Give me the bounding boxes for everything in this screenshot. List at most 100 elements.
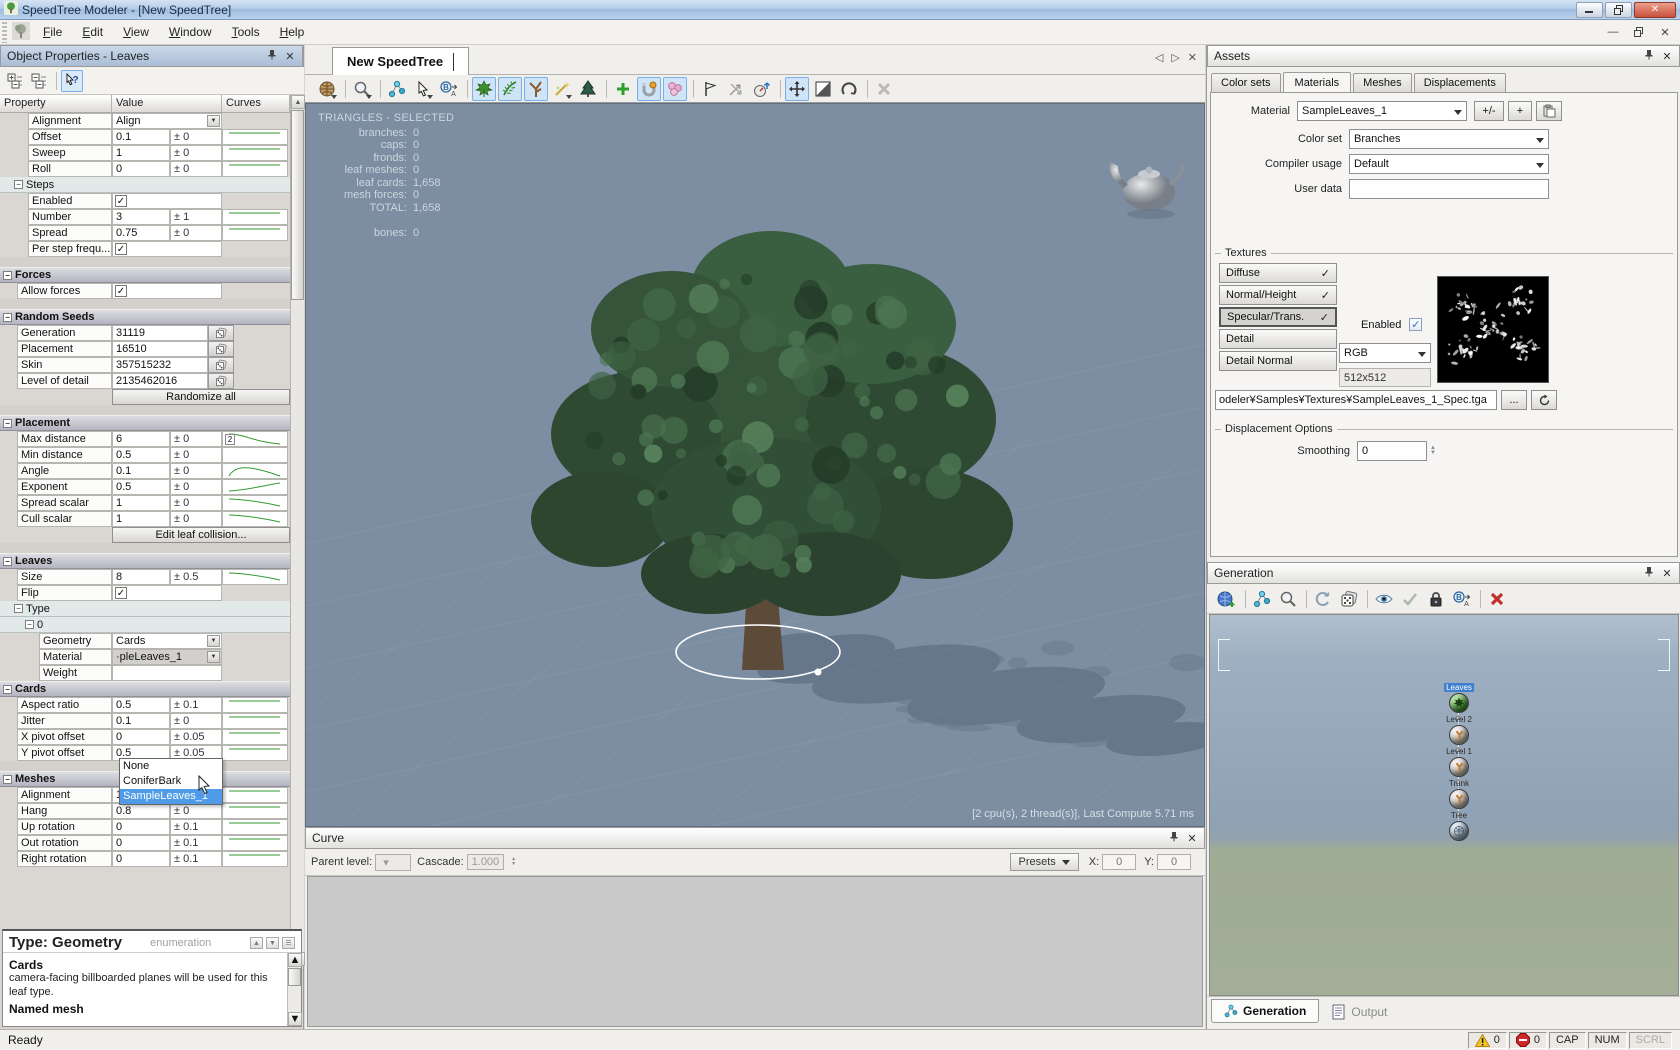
tab-displacements[interactable]: Displacements	[1414, 73, 1506, 93]
variance-input[interactable]: ± 0	[170, 511, 222, 527]
lock-icon[interactable]	[1424, 587, 1448, 611]
curve-cell[interactable]	[222, 129, 288, 145]
menu-edit[interactable]: Edit	[72, 22, 113, 42]
variance-input[interactable]: ± 0	[170, 495, 222, 511]
value-cell[interactable]	[112, 665, 222, 681]
generation-graph-canvas[interactable]: LeavesLevel 2Level 1TrunkTree	[1209, 614, 1679, 996]
magnet-icon[interactable]	[637, 77, 661, 101]
value-input[interactable]: 1	[112, 145, 170, 161]
menu-tools[interactable]: Tools	[222, 22, 270, 42]
dice-icon[interactable]	[1337, 587, 1361, 611]
curve-cell[interactable]	[222, 479, 288, 495]
tab-close-icon[interactable]: ✕	[1188, 51, 1197, 64]
chevron-down-icon[interactable]: ▼	[207, 635, 220, 647]
gen-node-level-2[interactable]	[1449, 725, 1469, 745]
parent-level-select[interactable]: ▾	[375, 854, 411, 871]
toggle-num[interactable]: NUM	[1588, 1032, 1627, 1049]
close-panel-icon[interactable]: ✕	[1186, 832, 1198, 845]
pin-icon[interactable]	[1168, 831, 1180, 845]
cascade-spinner[interactable]: ▲▼	[511, 857, 516, 867]
mdi-minimize-button[interactable]: —	[1602, 23, 1624, 41]
checkbox[interactable]: ✓	[115, 195, 127, 207]
collapse-all-icon[interactable]	[28, 70, 50, 92]
collapse-icon[interactable]: −	[14, 604, 23, 613]
curve-cell[interactable]	[222, 447, 288, 463]
delete-red-icon[interactable]	[1485, 587, 1509, 611]
curve-cell[interactable]: 2	[222, 431, 288, 447]
gen-node-trunk[interactable]	[1449, 789, 1469, 809]
texmap-normal-height[interactable]: Normal/Height✓	[1219, 285, 1337, 305]
value-input[interactable]: 0.5	[112, 479, 170, 495]
curve-cell[interactable]	[222, 745, 288, 761]
cascade-input[interactable]: 1.000	[467, 854, 505, 870]
variance-input[interactable]: ± 0	[170, 463, 222, 479]
texmap-diffuse[interactable]: Diffuse✓	[1219, 263, 1337, 283]
variance-input[interactable]: ± 0	[170, 479, 222, 495]
column-curves[interactable]: Curves	[222, 95, 290, 112]
group-forces[interactable]: −Forces	[0, 267, 290, 283]
value-input[interactable]: 0	[112, 835, 170, 851]
frond-icon[interactable]	[498, 77, 522, 101]
value-input[interactable]: 1	[112, 511, 170, 527]
value-input[interactable]: 3	[112, 209, 170, 225]
cursor-icon[interactable]	[411, 77, 435, 101]
tab-output[interactable]: Output	[1319, 999, 1400, 1025]
context-help-icon[interactable]: ?	[61, 70, 83, 92]
collapse-icon[interactable]: −	[3, 271, 12, 280]
material-add-button[interactable]: +	[1508, 101, 1532, 121]
variance-input[interactable]: ± 0	[170, 129, 222, 145]
chevron-down-icon[interactable]: ▼	[207, 115, 220, 127]
seed-value-input[interactable]: 357515232	[112, 357, 208, 373]
viewport-3d[interactable]: TRIANGLES - SELECTEDbranches:0caps:0fron…	[305, 103, 1205, 827]
help-list-icon[interactable]: ☰	[282, 937, 295, 949]
curve-cell[interactable]	[222, 463, 288, 479]
node-graph-icon[interactable]	[385, 77, 409, 101]
rename-icon[interactable]: BA	[1450, 587, 1474, 611]
variance-input[interactable]: ± 0	[170, 803, 222, 819]
variance-input[interactable]: ± 0.5	[170, 569, 222, 585]
errors-indicator[interactable]: 0	[1509, 1032, 1547, 1049]
collapse-icon[interactable]: −	[3, 419, 12, 428]
value-input[interactable]: 0	[112, 819, 170, 835]
variance-input[interactable]: ± 0	[170, 145, 222, 161]
spray-icon[interactable]	[663, 77, 687, 101]
collapse-icon[interactable]: −	[14, 180, 23, 189]
seed-value-input[interactable]: 2135462016	[112, 373, 208, 389]
menu-view[interactable]: View	[113, 22, 159, 42]
curve-cell[interactable]	[222, 787, 288, 803]
collapse-icon[interactable]: −	[3, 685, 12, 694]
texture-enabled-checkbox[interactable]: ✓	[1409, 318, 1422, 331]
button-randomize-all[interactable]: Randomize all	[112, 389, 290, 405]
curve-cell[interactable]	[222, 835, 288, 851]
close-button[interactable]: ✕	[1634, 2, 1676, 18]
channel-select[interactable]: RGB	[1339, 343, 1431, 363]
value-input[interactable]: 1	[112, 495, 170, 511]
collapse-icon[interactable]: −	[3, 775, 12, 784]
group-leaves[interactable]: −Leaves	[0, 553, 290, 569]
value-input[interactable]: 6	[112, 431, 170, 447]
marquee-icon[interactable]	[811, 77, 835, 101]
value-dropdown[interactable]: Align▼	[112, 113, 222, 129]
magnifier-icon[interactable]	[1276, 587, 1300, 611]
plus-icon[interactable]	[611, 77, 635, 101]
value-cell[interactable]: ✓	[112, 283, 222, 299]
value-cell[interactable]: ✓	[112, 241, 222, 257]
value-input[interactable]: 0.5	[112, 697, 170, 713]
y-value-input[interactable]: 0	[1157, 854, 1191, 870]
world-add-icon[interactable]	[1215, 587, 1239, 611]
material-clipboard-button[interactable]	[1536, 101, 1562, 121]
value-input[interactable]: 0.5	[112, 447, 170, 463]
mdi-restore-button[interactable]	[1628, 23, 1650, 41]
menu-help[interactable]: Help	[270, 22, 315, 42]
tab-generation[interactable]: Generation	[1211, 999, 1319, 1023]
value-cell[interactable]: ✓	[112, 193, 222, 209]
curve-cell[interactable]	[222, 803, 288, 819]
variance-input[interactable]: ± 0	[170, 713, 222, 729]
close-panel-icon[interactable]: ✕	[1661, 567, 1673, 580]
curve-cell[interactable]	[222, 209, 288, 225]
variance-input[interactable]: ± 0	[170, 447, 222, 463]
tab-materials[interactable]: Materials	[1283, 72, 1352, 94]
expand-all-icon[interactable]	[4, 70, 26, 92]
rename-icon[interactable]: BA	[437, 77, 461, 101]
value-input[interactable]: 0	[112, 161, 170, 177]
